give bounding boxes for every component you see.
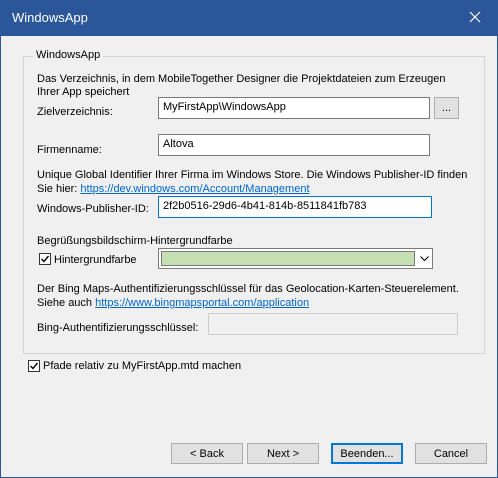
bg-color-select[interactable] [158,248,433,269]
bg-color-checkbox[interactable] [39,253,51,265]
dialog-window: WindowsApp WindowsApp Das Verzeichnis, i… [0,0,498,478]
publisher-description-line2: Sie hier: https://dev.windows.com/Accoun… [37,182,310,196]
finish-button[interactable]: Beenden... [331,443,403,464]
relative-paths-checkbox[interactable] [28,360,40,372]
title-bar[interactable]: WindowsApp [1,1,497,36]
directory-description-line1: Das Verzeichnis, in dem MobileTogether D… [37,73,446,85]
dropdown-arrow[interactable] [416,249,432,268]
directory-description-line2: Ihrer App speichert [37,86,130,98]
publisher-link[interactable]: https://dev.windows.com/Account/Manageme… [80,183,309,195]
group-title: WindowsApp [33,49,104,61]
bing-description-line2: Siehe auch https://www.bingmapsportal.co… [37,296,309,310]
publisher-id-input[interactable]: 2f2b0516-29d6-4b41-814b-8511841fb783 [158,196,432,218]
relative-paths-label: Pfade relativ zu MyFirstApp.mtd machen [43,360,242,372]
close-icon [469,11,481,26]
bing-description-prefix: Siehe auch [37,297,96,309]
company-input[interactable]: Altova [158,134,430,156]
close-button[interactable] [453,1,497,36]
target-dir-label: Zielverzeichnis: [37,106,113,118]
splash-section-label: Begrüßungsbildschirm-Hintergrundfarbe [37,235,233,247]
next-button[interactable]: Next > [247,443,319,464]
window-title: WindowsApp [12,10,88,25]
windowsapp-group: WindowsApp Das Verzeichnis, in dem Mobil… [23,49,485,354]
target-dir-input[interactable]: MyFirstApp\WindowsApp [158,97,430,119]
bg-color-checkbox-label: Hintergrundfarbe [54,254,137,266]
company-label: Firmenname: [37,144,102,156]
bg-color-swatch [161,251,415,266]
bing-key-label: Bing-Authentifizierungsschlüssel: [37,322,199,334]
chevron-down-icon [419,253,429,265]
publisher-description-prefix: Sie hier: [37,183,81,195]
dialog-content: WindowsApp Das Verzeichnis, in dem Mobil… [1,36,497,477]
publisher-id-label: Windows-Publisher-ID: [37,203,149,215]
bing-key-input[interactable] [208,313,458,335]
bing-description-line1: Der Bing Maps-Authentifizierungsschlüsse… [37,283,459,295]
browse-button[interactable]: ... [434,97,459,119]
back-button[interactable]: < Back [171,443,243,464]
bing-link[interactable]: https://www.bingmapsportal.com/applicati… [95,297,309,309]
cancel-button[interactable]: Cancel [415,443,487,464]
publisher-description-line1: Unique Global Identifier Ihrer Firma im … [37,169,468,181]
